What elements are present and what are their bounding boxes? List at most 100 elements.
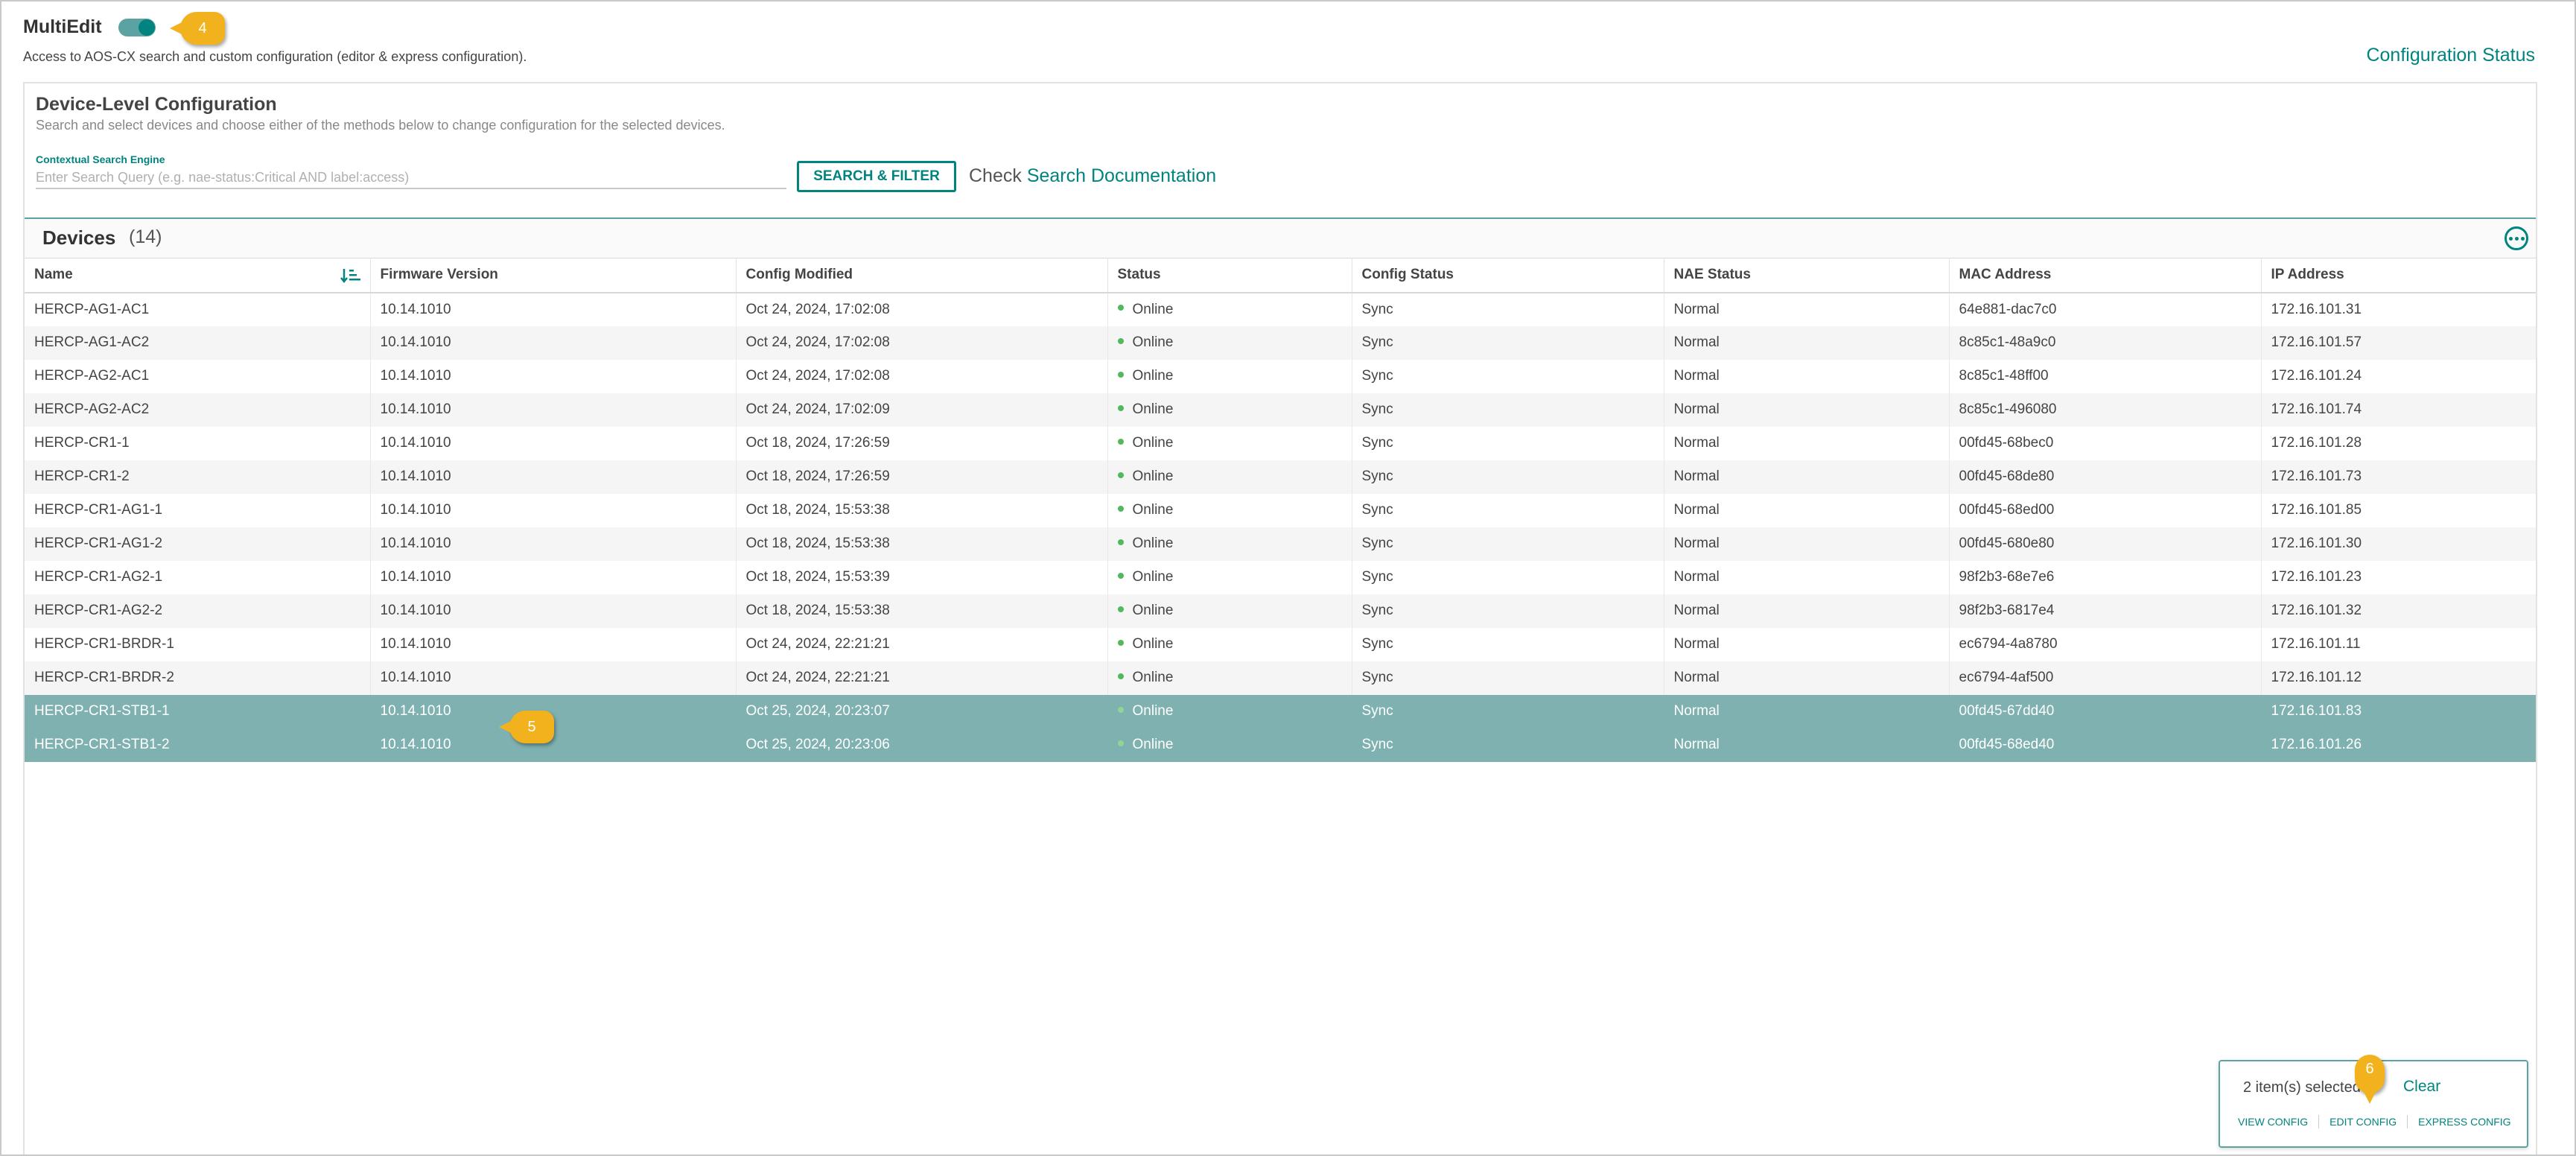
- cell-ip-address: 172.16.101.74: [2261, 393, 2536, 427]
- cell-text: Oct 24, 2024, 22:21:21: [745, 636, 890, 652]
- table-row[interactable]: HERCP-CR1-STB1-2 10.14.1010 Oct 25, 2024, …: [25, 728, 2536, 762]
- column-header-status[interactable]: Status: [1107, 258, 1352, 293]
- table-row[interactable]: HERCP-CR1-BRDR-1 10.14.1010 Oct 24, 2024, …: [25, 627, 2536, 661]
- status-dot-icon: [1117, 305, 1124, 311]
- cell-status: Online: [1107, 460, 1352, 494]
- cell-text: 8c85c1-48a9c0: [1959, 334, 2056, 350]
- table-row[interactable]: HERCP-CR1-1 10.14.1010 Oct 18, 2024, 17:26…: [25, 426, 2536, 460]
- cell-text: HERCP-CR1-AG2-2: [34, 603, 163, 618]
- column-header-ip-address[interactable]: IP Address: [2261, 258, 2536, 293]
- search-doc-hint: Check Search Documentation: [969, 165, 1216, 187]
- configuration-status-link[interactable]: Configuration Status: [2366, 45, 2535, 66]
- cell-nae-status: Normal: [1664, 292, 1950, 326]
- table-row[interactable]: HERCP-CR1-AG1-1 10.14.1010 Oct 18, 2024, 1…: [25, 493, 2536, 527]
- cell-firmware-version: 10.14.1010: [370, 426, 737, 460]
- cell-text: HERCP-AG1-AC1: [34, 301, 150, 317]
- cell-text: Sync: [1361, 401, 1393, 417]
- cell-nae-status: Normal: [1664, 393, 1950, 427]
- cell-text: 172.16.101.32: [2271, 603, 2362, 618]
- cell-firmware-version: 10.14.1010: [370, 527, 737, 561]
- cell-config-modified: Oct 24, 2024, 22:21:21: [736, 661, 1108, 695]
- cell-text: 10.14.1010: [380, 368, 451, 384]
- cell-text: HERCP-CR1-BRDR-2: [34, 670, 174, 685]
- status-dot-icon: [1117, 740, 1124, 746]
- cell-text: ec6794-4a8780: [1959, 636, 2058, 652]
- more-options-icon[interactable]: [2505, 226, 2528, 250]
- status-dot-icon: [1117, 471, 1124, 478]
- cell-status: Online: [1107, 527, 1352, 561]
- cell-text: Online: [1132, 703, 1174, 719]
- cell-mac-address: 00fd45-67dd40: [1949, 694, 2262, 728]
- edit-config-button[interactable]: EDIT CONFIG: [2329, 1116, 2397, 1128]
- cell-config-status: Sync: [1352, 594, 1664, 628]
- cell-name: HERCP-CR1-AG2-1: [25, 560, 371, 594]
- cell-text: Oct 25, 2024, 20:23:06: [745, 737, 890, 752]
- column-header-name[interactable]: Name: [25, 258, 371, 293]
- status-dot-icon: [1117, 539, 1124, 545]
- cell-status: Online: [1107, 661, 1352, 695]
- cell-mac-address: 00fd45-68ed00: [1949, 493, 2262, 527]
- table-row[interactable]: HERCP-CR1-STB1-1 10.14.1010 Oct 25, 2024, …: [25, 694, 2536, 728]
- search-documentation-link[interactable]: Search Documentation: [1027, 165, 1216, 186]
- column-header-nae-status[interactable]: NAE Status: [1664, 258, 1950, 293]
- column-header-label: Config Modified: [745, 267, 853, 283]
- express-config-button[interactable]: EXPRESS CONFIG: [2418, 1116, 2510, 1128]
- cell-config-modified: Oct 24, 2024, 17:02:08: [736, 292, 1108, 326]
- status-dot-icon: [1117, 706, 1124, 713]
- cell-nae-status: Normal: [1664, 325, 1950, 360]
- cell-nae-status: Normal: [1664, 694, 1950, 728]
- cell-text: 8c85c1-496080: [1959, 401, 2057, 417]
- cell-text: Oct 18, 2024, 15:53:39: [745, 569, 890, 585]
- status-dot-icon: [1117, 639, 1124, 646]
- table-row[interactable]: HERCP-CR1-AG1-2 10.14.1010 Oct 18, 2024, 1…: [25, 527, 2536, 561]
- status-dot-icon: [1117, 505, 1124, 512]
- cell-name: HERCP-AG1-AC1: [25, 292, 371, 326]
- cell-text: 172.16.101.23: [2271, 569, 2362, 585]
- table-row[interactable]: HERCP-AG2-AC1 10.14.1010 Oct 24, 2024, 17:…: [25, 359, 2536, 393]
- cell-nae-status: Normal: [1664, 627, 1950, 661]
- column-header-label: IP Address: [2271, 267, 2344, 283]
- cell-status: Online: [1107, 694, 1352, 728]
- cell-nae-status: Normal: [1664, 426, 1950, 460]
- cell-nae-status: Normal: [1664, 359, 1950, 393]
- cell-text: Normal: [1673, 368, 1720, 384]
- table-row[interactable]: HERCP-AG2-AC2 10.14.1010 Oct 24, 2024, 17:…: [25, 393, 2536, 427]
- column-header-firmware-version[interactable]: Firmware Version: [370, 258, 737, 293]
- cell-config-status: Sync: [1352, 292, 1664, 326]
- cell-firmware-version: 10.14.1010: [370, 493, 737, 527]
- sort-ascending-icon[interactable]: [340, 267, 361, 284]
- cell-text: Online: [1132, 569, 1174, 585]
- table-row[interactable]: HERCP-CR1-AG2-2 10.14.1010 Oct 18, 2024, 1…: [25, 594, 2536, 628]
- cell-name: HERCP-CR1-STB1-2: [25, 728, 371, 762]
- cell-name: HERCP-CR1-BRDR-2: [25, 661, 371, 695]
- cell-mac-address: 8c85c1-48ff00: [1949, 359, 2262, 393]
- table-row[interactable]: HERCP-AG1-AC2 10.14.1010 Oct 24, 2024, 17:…: [25, 325, 2536, 360]
- column-header-label: Name: [34, 267, 73, 283]
- search-filter-button[interactable]: SEARCH & FILTER: [797, 161, 956, 192]
- table-row[interactable]: HERCP-CR1-AG2-1 10.14.1010 Oct 18, 2024, 1…: [25, 560, 2536, 594]
- cell-config-status: Sync: [1352, 393, 1664, 427]
- column-header-config-modified[interactable]: Config Modified: [736, 258, 1108, 293]
- cell-config-modified: Oct 18, 2024, 17:26:59: [736, 426, 1108, 460]
- cell-mac-address: 98f2b3-68e7e6: [1949, 560, 2262, 594]
- column-header-mac-address[interactable]: MAC Address: [1949, 258, 2262, 293]
- search-input[interactable]: [36, 167, 786, 189]
- cell-text: HERCP-CR1-STB1-2: [34, 737, 170, 752]
- table-row[interactable]: HERCP-CR1-BRDR-2 10.14.1010 Oct 24, 2024, …: [25, 661, 2536, 695]
- cell-text: Sync: [1361, 603, 1393, 618]
- multiedit-toggle[interactable]: [118, 19, 156, 36]
- cell-ip-address: 172.16.101.12: [2261, 661, 2536, 695]
- clear-selection-link[interactable]: Clear: [2403, 1078, 2440, 1096]
- status-dot-icon: [1117, 606, 1124, 612]
- column-header-config-status[interactable]: Config Status: [1352, 258, 1664, 293]
- device-level-panel: Device-Level Configuration Search and se…: [23, 82, 2537, 1155]
- cell-text: 00fd45-67dd40: [1959, 703, 2055, 719]
- view-config-button[interactable]: VIEW CONFIG: [2238, 1116, 2308, 1128]
- column-header-label: NAE Status: [1673, 267, 1751, 283]
- table-row[interactable]: HERCP-CR1-2 10.14.1010 Oct 18, 2024, 17:26…: [25, 460, 2536, 494]
- table-row[interactable]: HERCP-AG1-AC1 10.14.1010 Oct 24, 2024, 17:…: [25, 292, 2536, 326]
- cell-config-status: Sync: [1352, 661, 1664, 695]
- cell-text: 10.14.1010: [380, 703, 451, 719]
- page-title: MultiEdit: [23, 16, 102, 37]
- callout-6: 6: [2355, 1055, 2385, 1104]
